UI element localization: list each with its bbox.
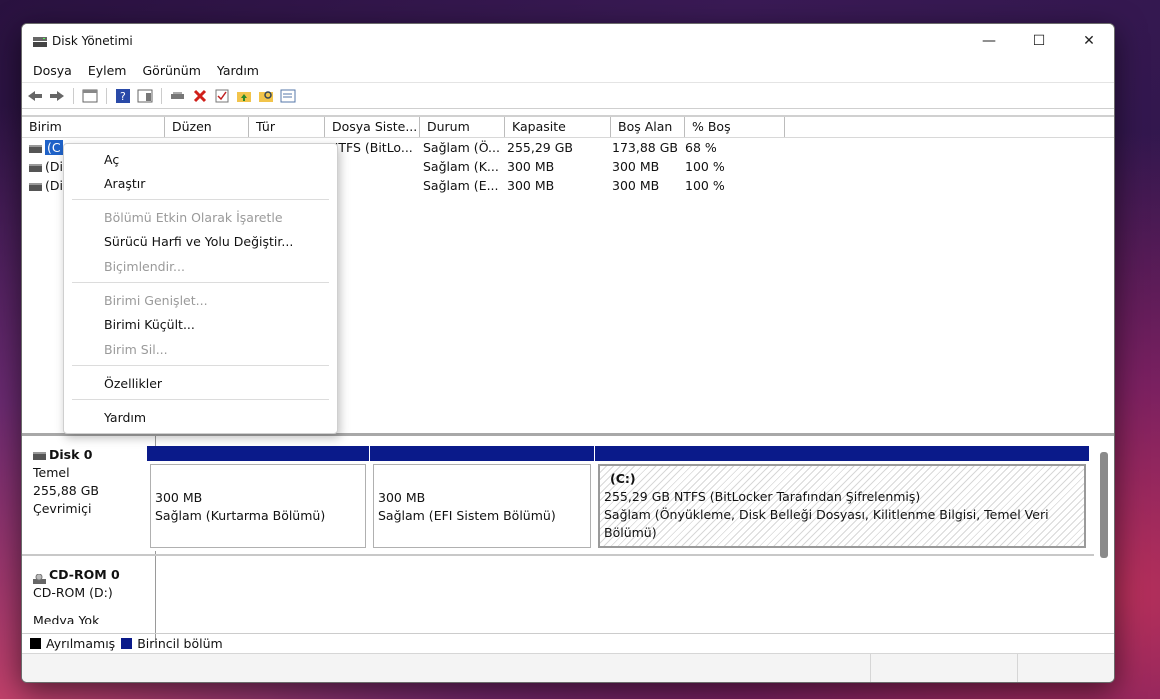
menu-bar: Dosya Eylem Görünüm Yardım: [22, 58, 1114, 83]
folder-up-icon[interactable]: [235, 87, 253, 105]
drive-icon: [29, 182, 42, 191]
menu-dosya[interactable]: Dosya: [25, 63, 80, 78]
menu-eylem[interactable]: Eylem: [80, 63, 135, 78]
cell-bos: 300 MB: [612, 178, 660, 193]
col-duzen[interactable]: Düzen: [165, 117, 249, 137]
partition-status: Sağlam (Önyükleme, Disk Belleği Dosyası,…: [604, 507, 1049, 540]
col-dosya-sistemi[interactable]: Dosya Siste...: [325, 117, 420, 137]
legend-unallocated: Ayrılmamış: [46, 636, 116, 651]
disk0-name: Disk 0: [49, 447, 93, 462]
disk0-info[interactable]: Disk 0 Temel 255,88 GB Çevrimiçi: [22, 436, 156, 562]
settings-list-icon[interactable]: [279, 87, 297, 105]
window-title: Disk Yönetimi: [52, 34, 133, 48]
unallocated-swatch: [30, 638, 41, 649]
cell-kapasite: 255,29 GB: [507, 140, 573, 155]
title-bar[interactable]: Disk Yönetimi — ☐ ✕: [22, 24, 1114, 58]
disk0-size: 255,88 GB: [33, 483, 99, 498]
volume-name: (Di: [45, 178, 63, 193]
properties-pane-icon[interactable]: [136, 87, 154, 105]
cell-yuzde: 100 %: [685, 178, 725, 193]
cell-yuzde: 68 %: [685, 140, 717, 155]
cell-kapasite: 300 MB: [507, 159, 555, 174]
disk-graphical-view: Disk 0 Temel 255,88 GB Çevrimiçi 300 MB …: [22, 436, 1114, 643]
cdrom-icon: [33, 571, 46, 584]
col-bos-alan[interactable]: Boş Alan: [611, 117, 685, 137]
cell-durum: Sağlam (K...: [423, 159, 499, 174]
drive-icon: [29, 144, 42, 153]
column-headers: Birim Düzen Tür Dosya Siste... Durum Kap…: [22, 115, 1114, 138]
volume-name: (C: [45, 140, 63, 155]
volume-name: (Di: [45, 159, 63, 174]
cdrom0-info[interactable]: CD-ROM 0 CD-ROM (D:) Medya Yok: [22, 556, 156, 643]
status-bar: [22, 653, 1114, 682]
menu-item-ac[interactable]: Aç: [104, 149, 119, 171]
partition-size: 300 MB: [155, 490, 203, 505]
partition-status: Sağlam (EFI Sistem Bölümü): [378, 508, 556, 523]
cell-bos: 173,88 GB: [612, 140, 678, 155]
menu-item-mark-active: Bölümü Etkin Olarak İşaretle: [104, 210, 283, 225]
partition-size: 300 MB: [378, 490, 426, 505]
col-tur[interactable]: Tür: [249, 117, 325, 137]
cdrom0-drive: CD-ROM (D:): [33, 585, 113, 600]
col-birim[interactable]: Birim: [22, 117, 165, 137]
primary-swatch: [121, 638, 133, 649]
menu-item-format: Biçimlendir...: [104, 259, 185, 274]
cdrom0-media: Medya Yok: [33, 613, 100, 624]
toolbar: ?: [22, 83, 1114, 109]
menu-item-delete-volume: Birim Sil...: [104, 342, 168, 357]
cell-yuzde: 100 %: [685, 159, 725, 174]
context-menu: Aç Araştır Bölümü Etkin Olarak İşaretle …: [63, 143, 338, 434]
menu-yardim[interactable]: Yardım: [209, 63, 267, 78]
partition-name: (C:): [610, 471, 636, 486]
vertical-scrollbar[interactable]: [1100, 452, 1108, 558]
cell-kapasite: 300 MB: [507, 178, 555, 193]
help-icon[interactable]: ?: [114, 87, 132, 105]
connect-drive-icon[interactable]: [169, 87, 187, 105]
disk0-type: Temel: [33, 465, 70, 480]
cell-durum: Sağlam (E...: [423, 178, 499, 193]
menu-item-change-drive-letter[interactable]: Sürücü Harfi ve Yolu Değiştir...: [104, 231, 293, 253]
disk0-status: Çevrimiçi: [33, 501, 92, 516]
maximize-button[interactable]: ☐: [1014, 24, 1064, 58]
partition-status: Sağlam (Kurtarma Bölümü): [155, 508, 326, 523]
drive-icon: [29, 163, 42, 172]
menu-item-arastir[interactable]: Araştır: [104, 173, 145, 195]
col-yuzde-bos[interactable]: % Boş: [685, 117, 785, 137]
checklist-icon[interactable]: [213, 87, 231, 105]
svg-text:?: ?: [120, 90, 126, 103]
cdrom0-name: CD-ROM 0: [49, 567, 120, 582]
back-arrow-icon[interactable]: [26, 87, 44, 105]
cell-bos: 300 MB: [612, 159, 660, 174]
legend-primary: Birincil bölüm: [137, 636, 223, 651]
close-button[interactable]: ✕: [1064, 24, 1114, 58]
cell-durum: Sağlam (Ö...: [423, 140, 500, 155]
search-folder-icon[interactable]: [257, 87, 275, 105]
forward-arrow-icon[interactable]: [48, 87, 66, 105]
partition-size: 255,29 GB NTFS (BitLocker Tarafından Şif…: [604, 489, 921, 504]
col-durum[interactable]: Durum: [420, 117, 505, 137]
col-kapasite[interactable]: Kapasite: [505, 117, 611, 137]
partition-recovery[interactable]: 300 MB Sağlam (Kurtarma Bölümü): [147, 446, 369, 551]
menu-item-properties[interactable]: Özellikler: [104, 373, 162, 395]
menu-item-shrink-volume[interactable]: Birimi Küçült...: [104, 314, 195, 336]
menu-item-extend-volume: Birimi Genişlet...: [104, 293, 208, 308]
legend: Ayrılmamış Birincil bölüm: [22, 633, 1114, 653]
partition-efi[interactable]: 300 MB Sağlam (EFI Sistem Bölümü): [370, 446, 594, 551]
disk-management-icon: [32, 35, 48, 47]
menu-item-help[interactable]: Yardım: [104, 407, 146, 429]
delete-icon[interactable]: [191, 87, 209, 105]
view-pane-icon[interactable]: [81, 87, 99, 105]
minimize-button[interactable]: —: [964, 24, 1014, 58]
partition-c[interactable]: (C:) 255,29 GB NTFS (BitLocker Tarafında…: [595, 446, 1089, 551]
disk-icon: [33, 451, 46, 460]
menu-gorunum[interactable]: Görünüm: [134, 63, 208, 78]
